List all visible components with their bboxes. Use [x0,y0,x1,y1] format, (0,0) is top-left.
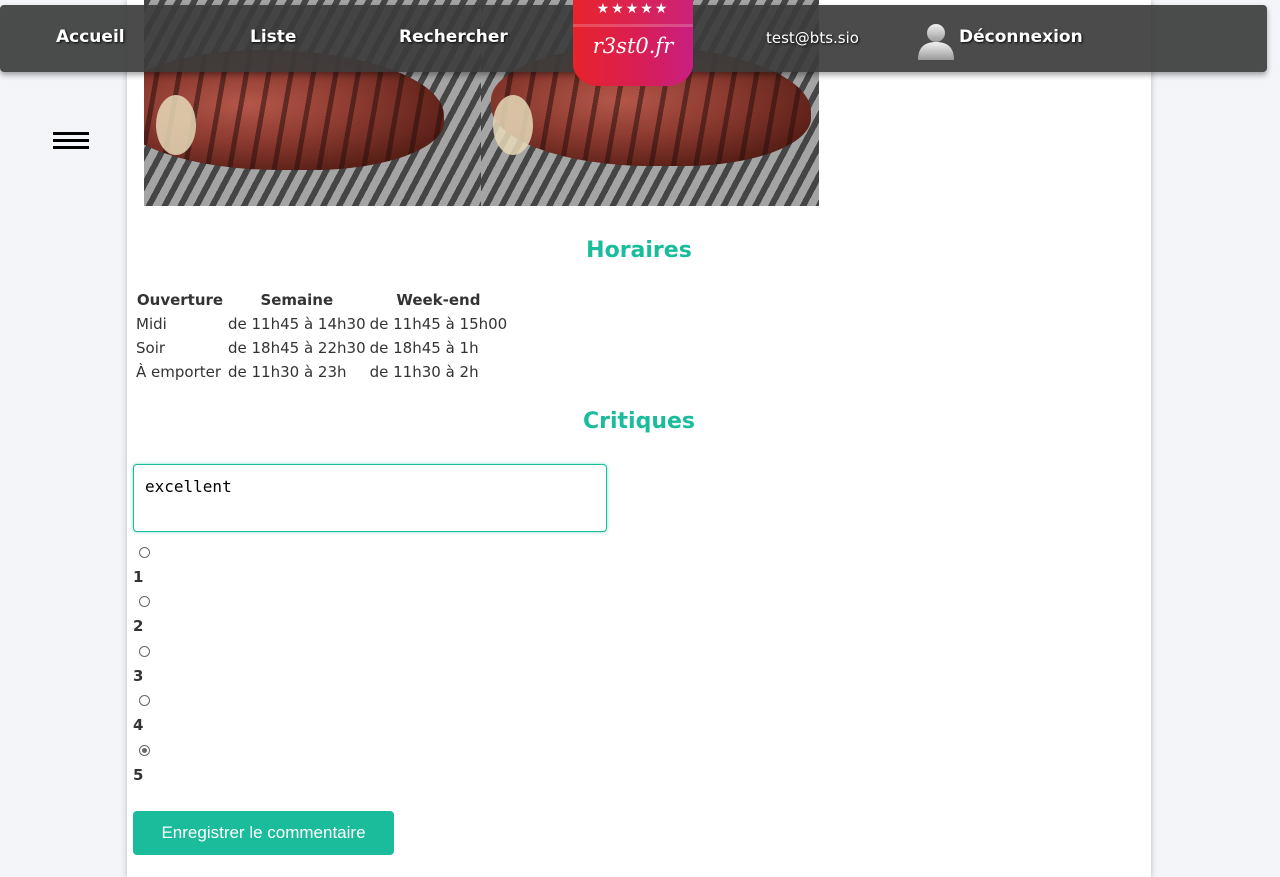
rating-label-3: 3 [133,667,144,685]
hamburger-menu-icon[interactable] [53,132,89,154]
rating-radio-1[interactable] [139,547,150,558]
user-avatar-icon [918,24,954,60]
column-header: Ouverture [136,291,224,309]
nav-link-liste[interactable]: Liste [250,27,296,47]
reviews-title: Critiques [582,409,696,434]
table-cell: de 11h30 à 2h [369,363,479,381]
logout-link[interactable]: Déconnexion [959,27,1083,47]
rating-label-2: 2 [133,617,144,635]
site-logo[interactable]: ★★★★★ r3st0.fr [573,0,693,86]
comment-textarea[interactable]: excellent [133,464,607,532]
table-cell: de 11h45 à 14h30 [228,315,366,333]
save-comment-button[interactable]: Enregistrer le commentaire [133,811,394,855]
table-row: À emporter de 11h30 à 23h de 11h30 à 2h [134,360,509,384]
table-row: Midi de 11h45 à 14h30 de 11h45 à 15h00 [134,312,509,336]
user-email: test@bts.sio [766,29,859,47]
column-header: Week-end [396,291,481,309]
nav-link-rechercher[interactable]: Rechercher [399,27,508,47]
table-cell: de 18h45 à 1h [369,339,479,357]
rating-label-1: 1 [133,568,144,586]
table-cell: Soir [136,339,166,357]
logo-stars-icon: ★★★★★ [596,1,670,17]
hours-table: Ouverture Semaine Week-end Midi de 11h45… [134,288,509,384]
column-header: Semaine [260,291,334,309]
rating-radio-3[interactable] [139,646,150,657]
rating-radio-5[interactable] [139,745,150,756]
nav-link-accueil[interactable]: Accueil [56,27,125,47]
rating-label-5: 5 [133,766,144,784]
rating-radio-2[interactable] [139,596,150,607]
logo-text: r3st0.fr [592,34,674,58]
hours-title: Horaires [586,238,692,263]
table-cell: À emporter [136,363,222,381]
table-header-row: Ouverture Semaine Week-end [134,288,509,312]
rating-label-4: 4 [133,716,144,734]
table-row: Soir de 18h45 à 22h30 de 18h45 à 1h [134,336,509,360]
table-cell: de 11h45 à 15h00 [369,315,508,333]
table-cell: de 18h45 à 22h30 [228,339,366,357]
rating-radio-4[interactable] [139,695,150,706]
table-cell: Midi [136,315,167,333]
table-cell: de 11h30 à 23h [228,363,347,381]
